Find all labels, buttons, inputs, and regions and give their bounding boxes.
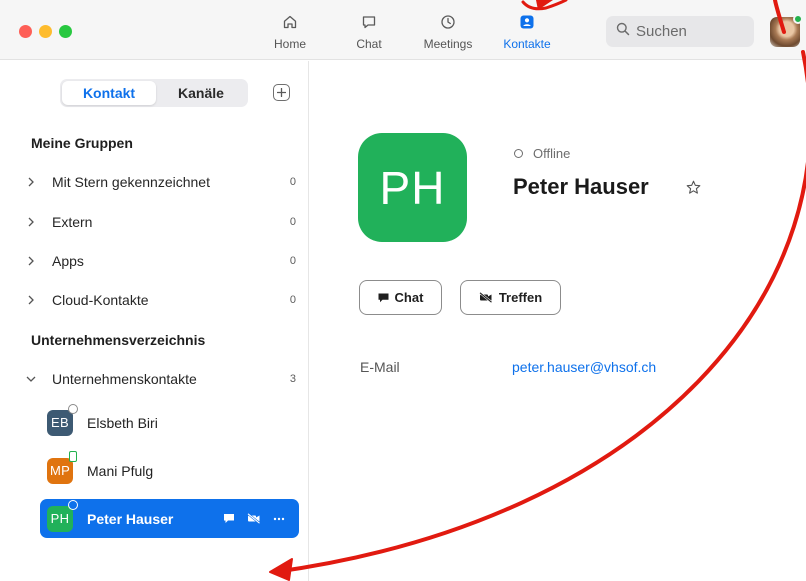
video-off-icon[interactable] xyxy=(247,513,261,524)
tab-chat-label: Chat xyxy=(356,37,382,51)
home-icon xyxy=(279,12,301,32)
group-company-contacts[interactable]: Unternehmenskontakte 3 xyxy=(24,366,296,392)
avatar-initials: EB xyxy=(51,415,69,430)
add-contact-button[interactable] xyxy=(273,84,290,101)
avatar-initials: MP xyxy=(49,463,71,478)
offline-status-icon xyxy=(68,499,78,510)
tab-home[interactable]: Home xyxy=(255,12,325,56)
segment-kanaele[interactable]: Kanäle xyxy=(156,81,246,105)
profile-name: Peter Hauser xyxy=(513,174,649,199)
section-my-groups: Meine Gruppen xyxy=(31,135,133,151)
user-presence-dot xyxy=(793,14,803,24)
contact-name: Elsbeth Biri xyxy=(87,414,158,431)
contact-row-actions xyxy=(223,513,285,524)
segment-kontakt[interactable]: Kontakt xyxy=(62,81,156,105)
chevron-right-icon xyxy=(24,254,38,268)
avatar: MP xyxy=(47,450,77,484)
window-zoom-button[interactable] xyxy=(59,25,72,38)
group-name: Apps xyxy=(52,253,84,269)
group-name: Mit Stern gekennzeichnet xyxy=(52,174,210,190)
profile-avatar: PH xyxy=(358,133,467,242)
more-options-icon[interactable] xyxy=(273,517,285,521)
group-count: 0 xyxy=(289,294,296,306)
tab-meetings[interactable]: Meetings xyxy=(413,12,483,56)
chat-bubble-icon xyxy=(358,12,380,32)
meet-button-label: Treffen xyxy=(498,290,543,305)
contact-row-mani-pfulg[interactable]: MP Mani Pfulg xyxy=(40,450,299,490)
chevron-down-icon xyxy=(24,372,38,386)
email-link[interactable]: peter.hauser@vhsof.ch xyxy=(512,359,656,375)
group-cloud-contacts[interactable]: Cloud-Kontakte 0 xyxy=(24,287,296,313)
presence-status-label: Offline xyxy=(533,146,571,161)
search-box[interactable] xyxy=(606,16,754,47)
offline-status-icon xyxy=(68,403,78,414)
tab-meetings-label: Meetings xyxy=(423,37,473,51)
avatar-initials: PH xyxy=(50,511,70,526)
group-count: 0 xyxy=(289,216,296,228)
title-bar: Home Chat Meetings Kontakte xyxy=(0,0,806,60)
contact-row-peter-hauser[interactable]: PH Peter Hauser xyxy=(40,499,299,538)
contact-name: Mani Pfulg xyxy=(87,462,154,479)
chevron-right-icon xyxy=(24,175,38,189)
contact-name: Peter Hauser xyxy=(87,510,174,527)
group-apps[interactable]: Apps 0 xyxy=(24,248,296,274)
meet-button[interactable]: Treffen xyxy=(460,280,561,315)
contacts-sidebar: Kontakt Kanäle Meine Gruppen Mit Stern g… xyxy=(0,61,309,581)
tab-kontakte-label: Kontakte xyxy=(503,37,551,51)
contact-row-elsbeth-biri[interactable]: EB Elsbeth Biri xyxy=(40,403,299,442)
video-off-icon xyxy=(479,292,493,303)
chat-bubble-icon xyxy=(378,293,389,303)
email-label: E-Mail xyxy=(360,359,400,375)
group-name: Extern xyxy=(52,214,93,230)
group-name: Unternehmenskontakte xyxy=(52,371,197,387)
tab-chat[interactable]: Chat xyxy=(334,12,404,56)
star-icon[interactable] xyxy=(686,180,701,195)
contact-channel-switch: Kontakt Kanäle xyxy=(60,79,248,107)
window-close-button[interactable] xyxy=(19,25,32,38)
group-name: Cloud-Kontakte xyxy=(52,292,149,308)
chevron-right-icon xyxy=(24,293,38,307)
chevron-right-icon xyxy=(24,215,38,229)
search-icon xyxy=(616,22,630,41)
contact-card-icon xyxy=(516,12,538,32)
profile-avatar-initials: PH xyxy=(379,161,446,214)
avatar: PH xyxy=(47,499,78,532)
offline-status-icon xyxy=(514,149,523,158)
clock-icon xyxy=(437,12,459,32)
tab-kontakte[interactable]: Kontakte xyxy=(492,12,562,56)
mobile-status-icon xyxy=(69,450,77,462)
group-count: 0 xyxy=(289,255,296,267)
section-company-directory: Unternehmensverzeichnis xyxy=(31,332,206,348)
group-count: 0 xyxy=(289,176,296,188)
tab-home-label: Home xyxy=(273,37,306,51)
search-input[interactable] xyxy=(636,23,746,40)
plus-icon xyxy=(276,84,287,102)
window-minimize-button[interactable] xyxy=(39,25,52,38)
group-count: 3 xyxy=(289,373,296,385)
chat-action-icon[interactable] xyxy=(223,513,235,524)
chat-button[interactable]: Chat xyxy=(359,280,442,315)
chat-button-label: Chat xyxy=(394,290,424,305)
avatar: EB xyxy=(47,403,78,436)
group-starred[interactable]: Mit Stern gekennzeichnet 0 xyxy=(24,169,296,195)
contact-profile-panel: PH Offline Peter Hauser Chat Treffen E-M… xyxy=(310,61,806,581)
presence-status: Offline xyxy=(514,146,570,161)
group-extern[interactable]: Extern 0 xyxy=(24,209,296,235)
